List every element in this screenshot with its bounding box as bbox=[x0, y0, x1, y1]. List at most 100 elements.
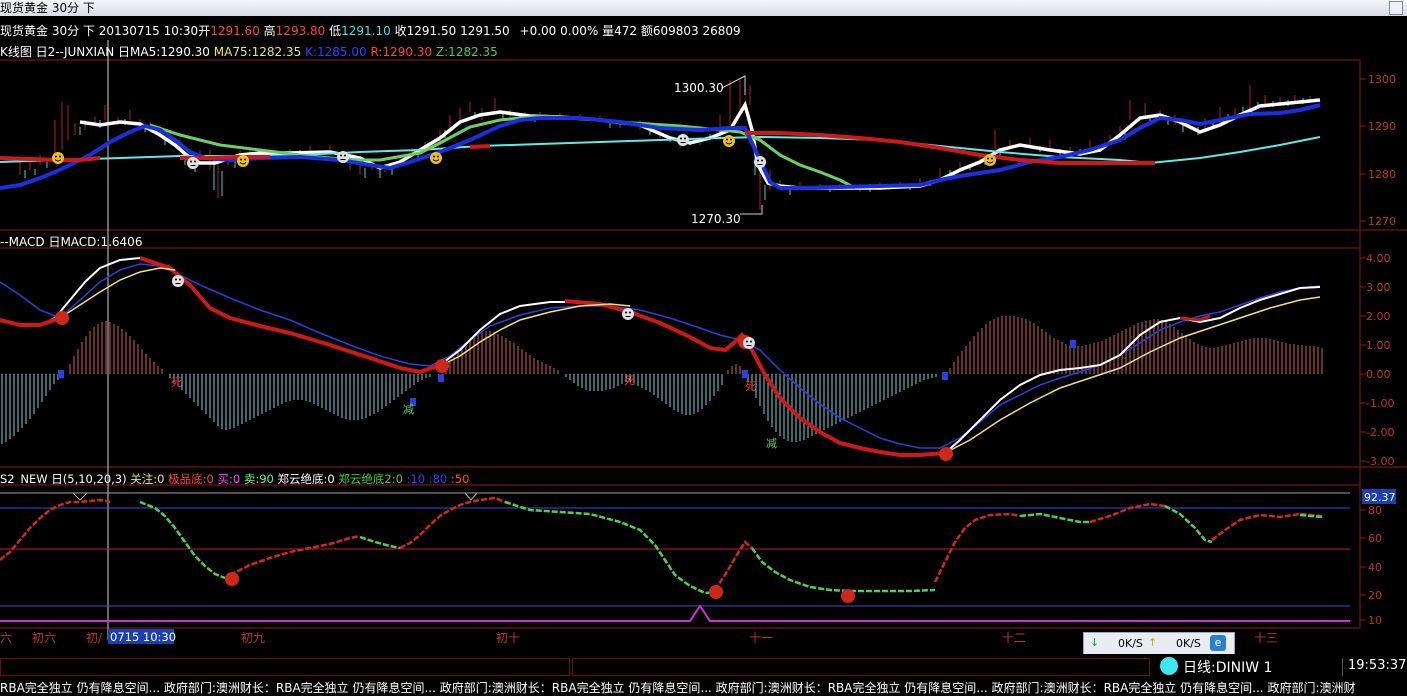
kdj-falling-line5 bbox=[1019, 512, 1090, 524]
kdj-bottom-marker bbox=[841, 589, 855, 603]
kdj-rising-line6 bbox=[1089, 502, 1166, 524]
kdj-rising-line bbox=[0, 498, 111, 561]
signal-neutral-icon bbox=[753, 155, 767, 169]
browser-icon[interactable]: e bbox=[1210, 635, 1226, 651]
ytick-1300: 1300 bbox=[1368, 73, 1396, 86]
status-light-icon bbox=[1160, 657, 1178, 675]
xtick-6: 十二 bbox=[1002, 631, 1026, 645]
ytick-macd-2: 2.00 bbox=[1366, 310, 1391, 323]
r-line-seg3 bbox=[469, 144, 491, 149]
ytick-1270: 1270 bbox=[1368, 215, 1396, 228]
candles bbox=[19, 80, 1311, 210]
ytick-macd-1: 1.00 bbox=[1366, 339, 1391, 352]
kdj-rising-line7 bbox=[1211, 512, 1323, 541]
kdj-falling-line2 bbox=[359, 535, 401, 550]
macd-dif-line bbox=[0, 257, 141, 326]
xtick-5: 十一 bbox=[749, 631, 773, 645]
buy-flag-icon bbox=[942, 372, 948, 380]
ytick-macd-3: 3.00 bbox=[1366, 281, 1391, 294]
xtick-7: 十三 bbox=[1254, 631, 1278, 645]
macd-yellow-line2 bbox=[439, 303, 631, 367]
dead-signal-label: 死 bbox=[745, 380, 756, 393]
macd-neutral-icon bbox=[742, 336, 756, 350]
kdj-rising-line2 bbox=[229, 534, 361, 577]
macd-neutral-icon bbox=[621, 307, 635, 321]
ytick-macd-m2: -2.00 bbox=[1366, 426, 1394, 439]
buy-flag-icon bbox=[58, 370, 64, 378]
buy-flag-icon bbox=[742, 370, 748, 378]
download-arrow-icon: ↓ bbox=[1090, 636, 1100, 649]
ytick-1290: 1290 bbox=[1368, 120, 1396, 133]
ytick-kdj-80: 80 bbox=[1368, 504, 1382, 517]
macd-cross-marker bbox=[435, 359, 449, 373]
signal-neutral-icon bbox=[186, 156, 200, 170]
signal-neutral-icon bbox=[336, 150, 350, 164]
signal-happy-icon bbox=[983, 153, 997, 167]
price-axis-labels: 1300 1290 1280 1270 4.00 3.00 2.00 1.00 … bbox=[1366, 73, 1396, 627]
buy-flag-icon bbox=[438, 374, 444, 382]
xtick-1: 初六 bbox=[32, 631, 56, 645]
xtick-4: 初十 bbox=[496, 631, 520, 645]
kdj-falling-line6 bbox=[1164, 504, 1213, 544]
xtick-lead: 六 bbox=[0, 631, 12, 645]
high-marker-line bbox=[721, 75, 746, 95]
kdj-rising-line3 bbox=[399, 496, 506, 550]
signal-happy-icon bbox=[429, 151, 443, 165]
ytick-kdj-60: 60 bbox=[1368, 532, 1382, 545]
ytick-kdj-40: 40 bbox=[1368, 561, 1382, 574]
kdj-falling-line3 bbox=[504, 500, 716, 595]
ytick-macd-0: 0.00 bbox=[1366, 368, 1391, 381]
high-marker: 1300.30 bbox=[674, 81, 724, 95]
kdj-buy-line bbox=[0, 604, 1350, 622]
xtick-3: 初九 bbox=[241, 631, 265, 645]
xtick-cursor-partial: 初/ bbox=[86, 631, 103, 645]
macd-yellow-line3 bbox=[944, 296, 1321, 454]
macd-cross-marker bbox=[939, 447, 953, 461]
reduce-signal-label: 减 bbox=[403, 403, 414, 416]
news-ticker[interactable]: RBA完全独立 仍有降息空间... 政府部门:澳洲财长：RBA完全独立 仍有降息… bbox=[0, 679, 1355, 696]
ytick-macd-m1: -1.00 bbox=[1366, 397, 1394, 410]
ytick-macd-4: 4.00 bbox=[1366, 252, 1391, 265]
macd-cross-marker bbox=[55, 311, 69, 325]
kdj-bottom-marker bbox=[225, 572, 239, 586]
macd-yellow-line bbox=[59, 267, 176, 319]
r-line bbox=[0, 156, 101, 162]
signal-neutral-icon bbox=[676, 133, 690, 147]
k-line bbox=[0, 103, 1321, 190]
reduce-signal-label: 减 bbox=[766, 437, 777, 450]
upload-speed: 0K/S bbox=[1176, 637, 1201, 650]
ytick-macd-m3: -3.00 bbox=[1366, 455, 1394, 468]
ytick-kdj-10: 10 bbox=[1368, 614, 1382, 627]
dead-signal-label: 死 bbox=[171, 376, 182, 389]
download-speed: 0K/S bbox=[1118, 637, 1143, 650]
macd-dif-white3 bbox=[944, 286, 1321, 454]
kdj-falling-line bbox=[139, 500, 226, 580]
period-label: 日线:DINIW 1 bbox=[1183, 660, 1273, 676]
macd-signal-labels: 死 死 死 减 减 bbox=[58, 340, 1076, 450]
buy-flag-icon bbox=[1070, 340, 1076, 348]
status-cell-2 bbox=[572, 658, 1150, 676]
cursor-time: 0715 10:30 bbox=[110, 630, 176, 644]
ytick-1280: 1280 bbox=[1368, 168, 1396, 181]
macd-neutral-icon bbox=[171, 274, 185, 288]
upload-arrow-icon: ↑ bbox=[1148, 636, 1158, 649]
dead-signal-label: 死 bbox=[624, 374, 635, 387]
status-cell-1 bbox=[0, 658, 570, 676]
signal-happy-icon bbox=[722, 134, 736, 148]
low-marker-line bbox=[740, 205, 763, 215]
status-divider bbox=[1342, 658, 1343, 676]
network-speed-widget[interactable]: ↓ 0K/S ↑ 0K/S e bbox=[1083, 632, 1235, 656]
low-marker: 1270.30 bbox=[691, 212, 741, 226]
macd-dif-red bbox=[0, 316, 61, 327]
macd-dif-red2 bbox=[139, 256, 441, 375]
kdj-falling-line4 bbox=[750, 547, 936, 593]
signal-happy-icon bbox=[236, 154, 250, 168]
kdj-bottom-marker bbox=[709, 585, 723, 599]
status-clock: 19:53:37 bbox=[1348, 658, 1407, 673]
macd-dif-red4 bbox=[1179, 314, 1211, 322]
ytick-kdj-20: 20 bbox=[1368, 589, 1382, 602]
kdj-top-marker bbox=[72, 492, 478, 501]
chart-canvas[interactable]: 1300 1290 1280 1270 4.00 3.00 2.00 1.00 … bbox=[0, 0, 1407, 693]
kdj-current-value: 92.37 bbox=[1364, 491, 1396, 504]
signal-happy-icon bbox=[51, 151, 65, 165]
